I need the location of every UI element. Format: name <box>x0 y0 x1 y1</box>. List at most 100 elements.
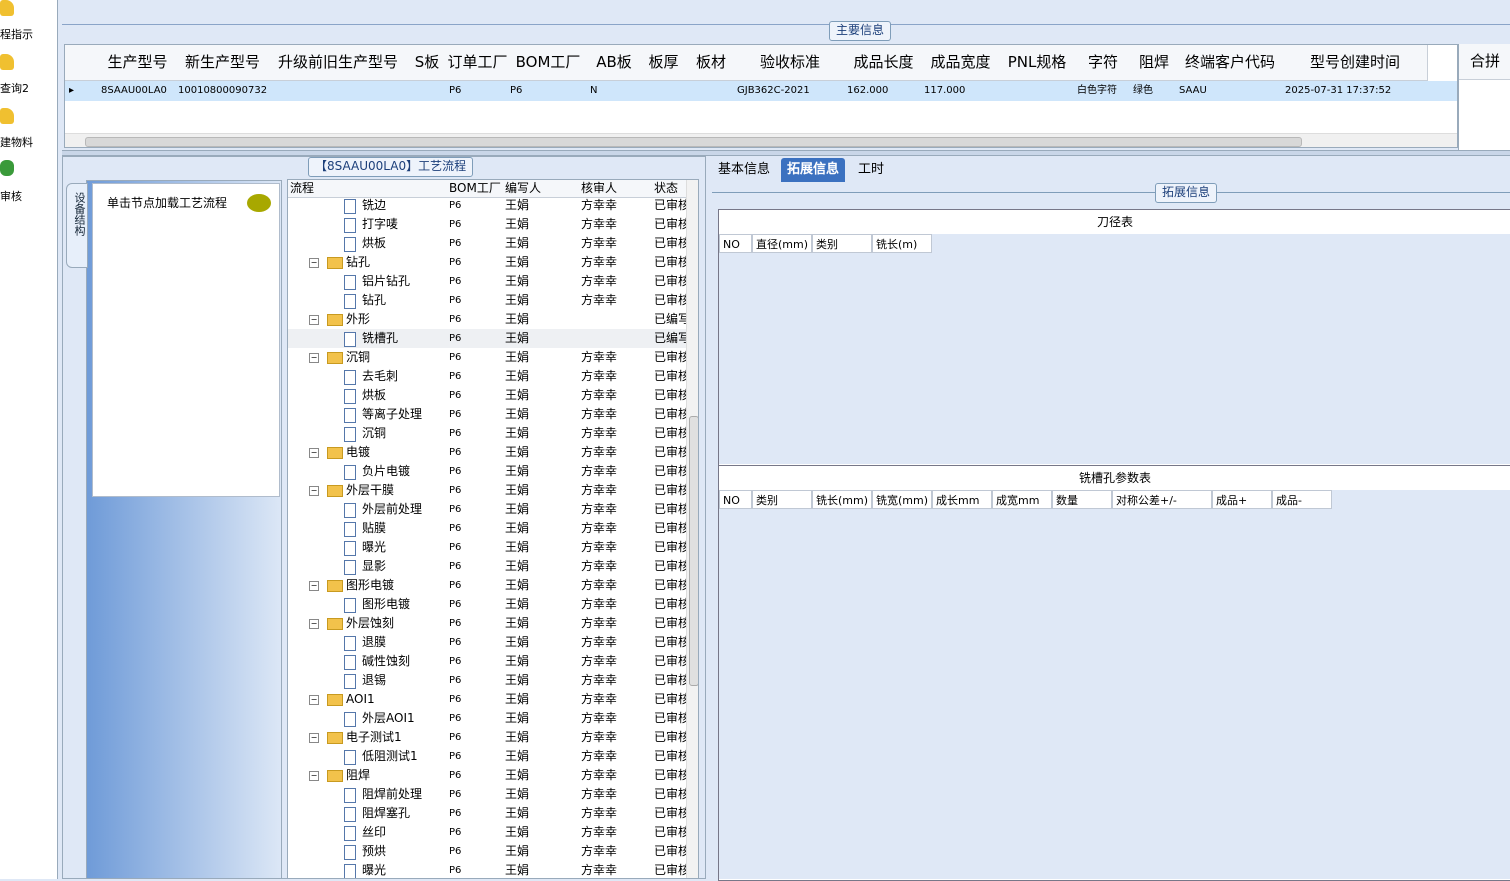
tab-device-structure[interactable]: 设备结构 <box>66 183 88 268</box>
tree-row[interactable]: − 阻焊 P6 王娟 方幸幸 已审核 <box>288 766 686 785</box>
folder-edit-icon[interactable] <box>0 108 14 124</box>
tree-row[interactable]: 沉铜 P6 王娟 方幸幸 已审核 <box>288 424 686 443</box>
column-header[interactable]: PNL规格 <box>999 45 1076 81</box>
column-header[interactable]: 成品宽度 <box>922 45 1000 81</box>
tree-row[interactable]: 阻焊前处理 P6 王娟 方幸幸 已审核 <box>288 785 686 804</box>
column-header[interactable]: 升级前旧生产型号 <box>269 45 408 81</box>
grid-cell[interactable] <box>687 81 737 101</box>
folder-edit-icon[interactable] <box>0 54 14 70</box>
tree-row[interactable]: 丝印 P6 王娟 方幸幸 已审核 <box>288 823 686 842</box>
column-header[interactable]: 成品长度 <box>845 45 923 81</box>
nav-item-label[interactable]: 程指示 <box>0 26 33 42</box>
collapse-icon[interactable]: − <box>309 733 319 743</box>
tree-row[interactable]: 铣边 P6 王娟 方幸幸 已审核 <box>288 196 686 215</box>
collapse-icon[interactable]: − <box>309 581 319 591</box>
ext-column-header[interactable]: 数量 <box>1052 490 1112 509</box>
column-header[interactable]: 型号创建时间 <box>1283 45 1428 81</box>
vertical-scrollbar[interactable] <box>686 180 698 878</box>
column-header[interactable]: BOM工厂 <box>508 45 589 81</box>
tree-row[interactable]: 钻孔 P6 王娟 方幸幸 已审核 <box>288 291 686 310</box>
collapse-icon[interactable]: − <box>309 771 319 781</box>
collapse-icon[interactable]: − <box>309 258 319 268</box>
collapse-icon[interactable]: − <box>309 486 319 496</box>
horizontal-scroll-thumb[interactable] <box>85 137 1302 147</box>
grid-cell[interactable]: 162.000 <box>845 81 924 101</box>
column-header[interactable]: 终端客户代码 <box>1177 45 1284 81</box>
tree-row[interactable]: 图形电镀 P6 王娟 方幸幸 已审核 <box>288 595 686 614</box>
tree-row[interactable]: 贴膜 P6 王娟 方幸幸 已审核 <box>288 519 686 538</box>
grid-cell[interactable]: P6 <box>447 81 510 101</box>
column-header[interactable]: 字符 <box>1075 45 1132 81</box>
column-header[interactable]: 板材 <box>687 45 736 81</box>
ext-column-header[interactable]: 类别 <box>752 490 812 509</box>
nav-item-label[interactable]: 审核 <box>0 188 22 204</box>
tree-row[interactable]: 铝片钻孔 P6 王娟 方幸幸 已审核 <box>288 272 686 291</box>
tree-row[interactable]: 铣槽孔 P6 王娟 已编写 <box>288 329 686 348</box>
tree-row[interactable]: 外层前处理 P6 王娟 方幸幸 已审核 <box>288 500 686 519</box>
ext-column-header[interactable]: NO <box>719 234 752 253</box>
column-header[interactable]: 验收标准 <box>735 45 846 81</box>
tree-row[interactable]: 等离子处理 P6 王娟 方幸幸 已审核 <box>288 405 686 424</box>
collapse-icon[interactable]: − <box>309 619 319 629</box>
grid-cell[interactable] <box>407 81 449 101</box>
tree-row[interactable]: 打字唛 P6 王娟 方幸幸 已审核 <box>288 215 686 234</box>
ext-column-header[interactable]: 成品+ <box>1212 490 1272 509</box>
ext-column-header[interactable]: 铣长(mm) <box>812 490 872 509</box>
ext-column-header[interactable]: 类别 <box>812 234 872 253</box>
tree-row[interactable]: 低阻测试1 P6 王娟 方幸幸 已审核 <box>288 747 686 766</box>
ext-column-header[interactable]: NO <box>719 490 752 509</box>
horizontal-scrollbar[interactable] <box>65 133 1457 147</box>
grid-cell[interactable]: 绿色 <box>1131 81 1179 101</box>
ext-column-header[interactable]: 成宽mm <box>992 490 1052 509</box>
vertical-scroll-thumb[interactable] <box>689 416 698 686</box>
collapse-icon[interactable]: − <box>309 353 319 363</box>
column-header[interactable]: 新生产型号 <box>176 45 270 81</box>
tree-row[interactable]: 烘板 P6 王娟 方幸幸 已审核 <box>288 234 686 253</box>
ext-column-header[interactable]: 对称公差+/- <box>1112 490 1212 509</box>
tree-row[interactable]: − 沉铜 P6 王娟 方幸幸 已审核 <box>288 348 686 367</box>
tree-row[interactable]: 阻焊塞孔 P6 王娟 方幸幸 已审核 <box>288 804 686 823</box>
tree-row[interactable]: 曝光 P6 王娟 方幸幸 已审核 <box>288 861 686 878</box>
tree-row[interactable]: − 电子测试1 P6 王娟 方幸幸 已审核 <box>288 728 686 747</box>
nav-item-label[interactable]: 建物料 <box>0 134 33 150</box>
grid-cell[interactable]: P6 <box>508 81 590 101</box>
tree-row[interactable]: − 外层蚀刻 P6 王娟 方幸幸 已审核 <box>288 614 686 633</box>
grid-cell[interactable] <box>269 81 409 101</box>
grid-cell[interactable]: 2025-07-31 17:37:52 <box>1283 81 1429 101</box>
tab-basic-info[interactable]: 基本信息 <box>712 158 776 182</box>
grid-cell[interactable] <box>640 81 689 101</box>
ext-column-header[interactable]: 成长mm <box>932 490 992 509</box>
grid-cell[interactable]: N <box>588 81 642 101</box>
collapse-icon[interactable]: − <box>309 448 319 458</box>
user-icon[interactable] <box>0 160 14 176</box>
column-header[interactable]: AB板 <box>588 45 641 81</box>
grid-cell[interactable]: SAAU <box>1177 81 1285 101</box>
tree-row[interactable]: 退膜 P6 王娟 方幸幸 已审核 <box>288 633 686 652</box>
folder-edit-icon[interactable] <box>0 0 14 16</box>
tree-row[interactable]: 预烘 P6 王娟 方幸幸 已审核 <box>288 842 686 861</box>
column-header[interactable]: 板厚 <box>640 45 688 81</box>
tab-work-hours[interactable]: 工时 <box>852 158 890 182</box>
tree-row[interactable]: 退锡 P6 王娟 方幸幸 已审核 <box>288 671 686 690</box>
tree-row[interactable]: − 钻孔 P6 王娟 方幸幸 已审核 <box>288 253 686 272</box>
grid-cell[interactable] <box>999 81 1077 101</box>
merge-header[interactable]: 合拼 <box>1459 44 1510 80</box>
tree-row[interactable]: 烘板 P6 王娟 方幸幸 已审核 <box>288 386 686 405</box>
collapse-icon[interactable]: − <box>309 315 319 325</box>
nav-item-label[interactable]: 查询2 <box>0 80 29 96</box>
tree-row[interactable]: 去毛刺 P6 王娟 方幸幸 已审核 <box>288 367 686 386</box>
tree-row[interactable]: − AOI1 P6 王娟 方幸幸 已审核 <box>288 690 686 709</box>
tree-row[interactable]: 显影 P6 王娟 方幸幸 已审核 <box>288 557 686 576</box>
tab-ext-info[interactable]: 拓展信息 <box>781 158 846 182</box>
column-header[interactable]: S板 <box>407 45 448 81</box>
grid-cell[interactable]: 白色字符 <box>1075 81 1133 101</box>
tree-row[interactable]: − 外层干膜 P6 王娟 方幸幸 已审核 <box>288 481 686 500</box>
ext-column-header[interactable]: 成品- <box>1272 490 1332 509</box>
tree-row[interactable]: 外层AOI1 P6 王娟 方幸幸 已审核 <box>288 709 686 728</box>
ext-column-header[interactable]: 铣长(m) <box>872 234 932 253</box>
tree-row[interactable]: − 图形电镀 P6 王娟 方幸幸 已审核 <box>288 576 686 595</box>
grid-cell[interactable]: 117.000 <box>922 81 1001 101</box>
column-header[interactable]: 订单工厂 <box>447 45 509 81</box>
grid-cell[interactable]: 10010800090732 <box>176 81 271 101</box>
tree-row[interactable]: 曝光 P6 王娟 方幸幸 已审核 <box>288 538 686 557</box>
